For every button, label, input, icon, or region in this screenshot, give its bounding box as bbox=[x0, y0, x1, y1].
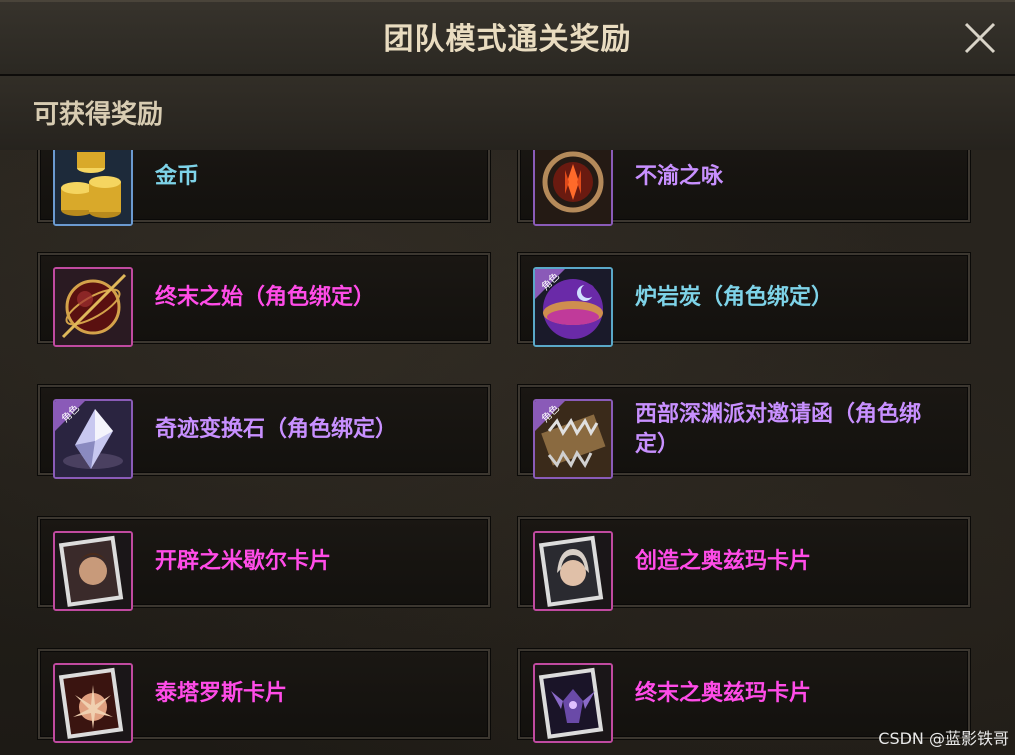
reward-item-ozma-creation-card[interactable]: 创造之奥兹玛卡片 bbox=[518, 517, 970, 611]
reward-name: 奇迹变换石（角色绑定） bbox=[155, 417, 398, 442]
section-header: 可获得奖励 bbox=[0, 76, 1015, 150]
reward-item-furnace-coal[interactable]: 角色 炉岩炭（角色绑定） bbox=[518, 253, 970, 347]
reward-item-miracle-stone[interactable]: 角色 奇迹变换石（角色绑定） bbox=[38, 385, 490, 479]
title-bar: 团队模式通关奖励 bbox=[0, 0, 1015, 76]
section-label: 可获得奖励 bbox=[33, 100, 164, 130]
reward-name: 开辟之米歇尔卡片 bbox=[155, 549, 332, 574]
reward-item-gold[interactable]: 金币 bbox=[38, 150, 490, 226]
ember-emblem-icon bbox=[533, 150, 613, 226]
reward-item-michelle-card[interactable]: 开辟之米歇尔卡片 bbox=[38, 517, 490, 611]
spiked-letter-icon: 角色 bbox=[533, 399, 613, 479]
reward-name: 西部深渊派对邀请函（角色绑定） bbox=[635, 402, 922, 457]
reward-list[interactable]: 金币 不渝之咏 终末之始（角色绑定） 角色 炉岩炭（角色绑定） 角色 奇迹变换石… bbox=[0, 150, 1015, 755]
close-icon[interactable] bbox=[958, 16, 1002, 60]
reward-name: 泰塔罗斯卡片 bbox=[155, 681, 288, 706]
gold-coins-icon bbox=[53, 150, 133, 226]
purple-orb-icon: 角色 bbox=[533, 267, 613, 347]
reward-item-invitation[interactable]: 角色 西部深渊派对邀请函（角色绑定） bbox=[518, 385, 970, 479]
reward-name: 创造之奥兹玛卡片 bbox=[635, 549, 812, 574]
armillary-sphere-icon bbox=[53, 267, 133, 347]
reward-item-song[interactable]: 不渝之咏 bbox=[518, 150, 970, 226]
demon-card-icon bbox=[533, 663, 613, 743]
crystal-icon: 角色 bbox=[53, 399, 133, 479]
dialog-title: 团队模式通关奖励 bbox=[383, 22, 632, 57]
reward-item-tartaros-card[interactable]: 泰塔罗斯卡片 bbox=[38, 649, 490, 743]
watermark: CSDN @蓝影铁哥 bbox=[878, 729, 1009, 748]
portrait-card-icon bbox=[53, 531, 133, 611]
reward-name: 终末之始（角色绑定） bbox=[155, 285, 376, 310]
burst-card-icon bbox=[53, 663, 133, 743]
reward-name: 不渝之咏 bbox=[635, 164, 724, 189]
reward-dialog: 团队模式通关奖励 可获得奖励 金币 不渝之咏 终末之始（角色绑定） 角色 炉岩炭… bbox=[0, 0, 1015, 755]
reward-item-end-beginning[interactable]: 终末之始（角色绑定） bbox=[38, 253, 490, 347]
reward-name: 金币 bbox=[155, 164, 200, 189]
portrait-card-icon bbox=[533, 531, 613, 611]
reward-name: 炉岩炭（角色绑定） bbox=[635, 285, 834, 310]
